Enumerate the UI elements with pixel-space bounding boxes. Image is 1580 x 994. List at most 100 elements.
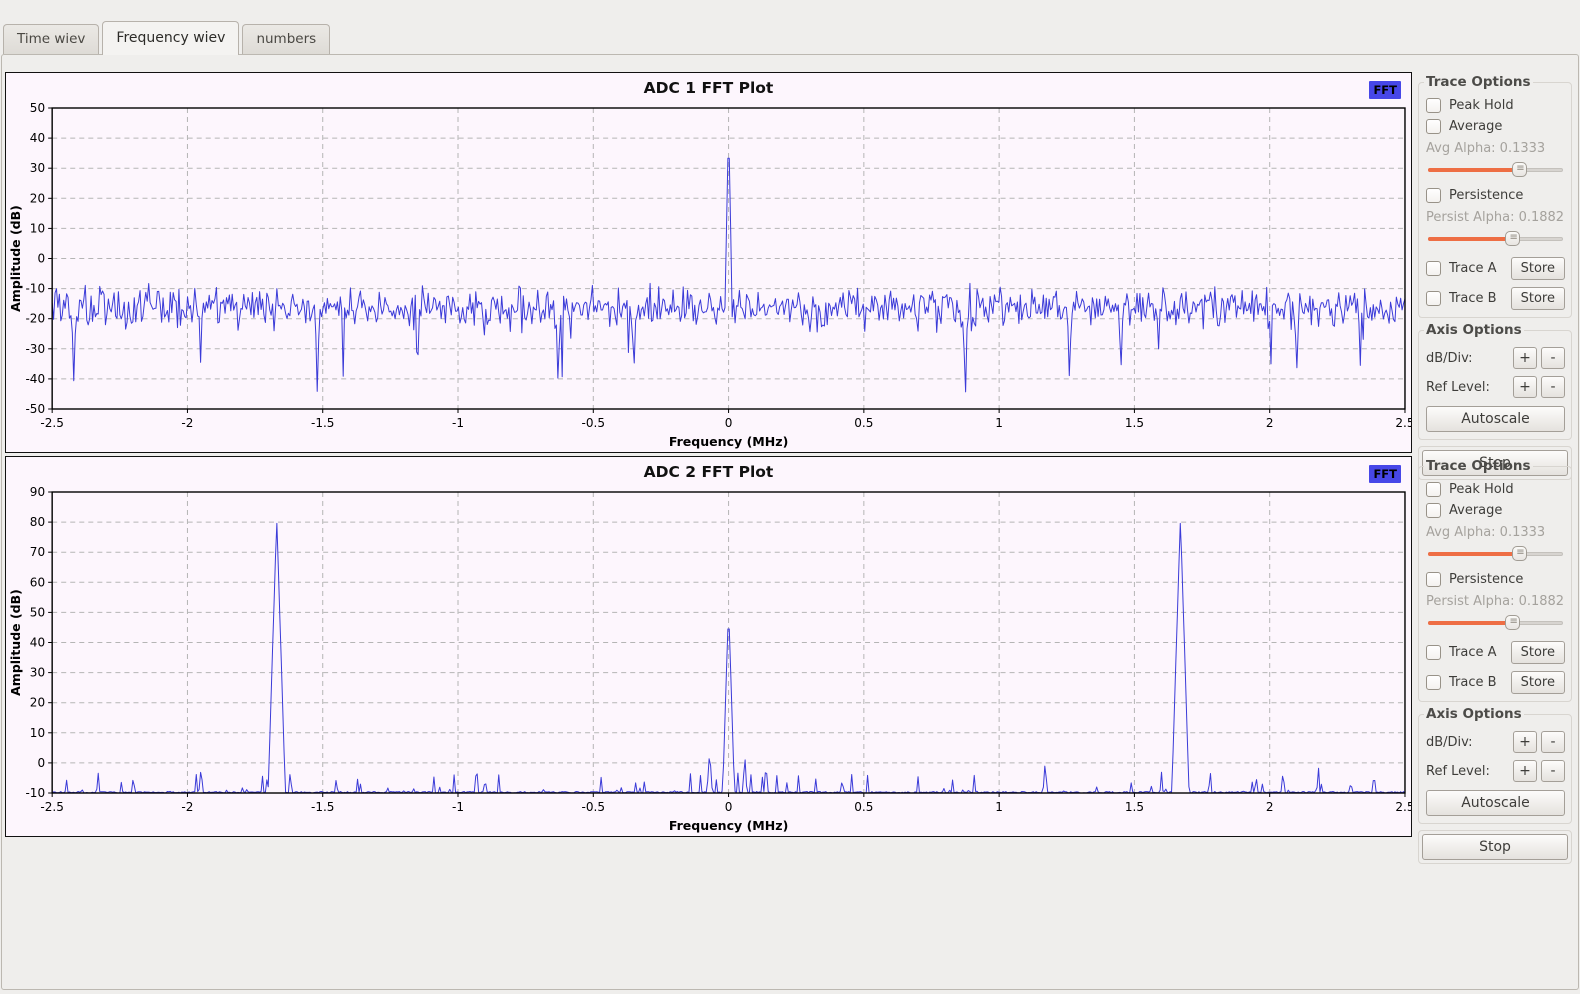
adc2-plot-canvas[interactable]: -2.5-2-1.5-1-0.500.511.522.5-10010203040… [6,487,1411,835]
trace-b-checkbox-2[interactable] [1426,675,1441,690]
adc1-row: ADC 1 FFT Plot FFT -2.5-2-1.5-1-0.500.51… [5,72,1575,453]
trace-a-checkbox[interactable] [1426,261,1441,276]
average-checkbox[interactable] [1426,119,1441,134]
tab-time-view[interactable]: Time wiev [3,24,99,54]
trace-b-label: Trace B [1449,291,1497,306]
svg-text:0: 0 [37,756,45,770]
svg-text:-1: -1 [452,416,464,430]
persistence-label: Persistence [1449,188,1523,203]
trace-b-label: Trace B [1449,675,1497,690]
trace-a-store-button[interactable]: Store [1511,257,1565,280]
trace-b-store-button-2[interactable]: Store [1511,671,1565,694]
ref-level-plus-button[interactable]: + [1513,376,1537,398]
adc1-plot-title: ADC 1 FFT Plot [6,79,1411,103]
adc1-plot-panel: ADC 1 FFT Plot FFT -2.5-2-1.5-1-0.500.51… [5,72,1412,453]
adc1-trace-options-group: Trace Options Peak Hold Average Avg Alph… [1418,74,1572,318]
peak-hold-label: Peak Hold [1449,482,1514,497]
persist-alpha-slider-2[interactable] [1428,614,1563,631]
svg-text:-40: -40 [25,372,45,386]
svg-text:1: 1 [995,800,1003,814]
autoscale-button-2[interactable]: Autoscale [1426,790,1565,816]
persist-alpha-slider-handle-2[interactable] [1505,615,1520,630]
peak-hold-label: Peak Hold [1449,98,1514,113]
db-div-minus-button[interactable]: - [1541,347,1565,369]
adc2-trace-options-group: Trace Options Peak Hold Average Avg Alph… [1418,458,1572,702]
ref-level-plus-button-2[interactable]: + [1513,760,1537,782]
adc2-axis-options-group: Axis Options dB/Div: + - Ref Level: + - … [1418,706,1572,824]
stop-button-2[interactable]: Stop [1422,834,1568,860]
adc1-axis-options-group: Axis Options dB/Div: + - Ref Level: + - … [1418,322,1572,440]
svg-text:90: 90 [30,487,45,499]
svg-text:10: 10 [30,221,45,235]
average-label: Average [1449,503,1502,518]
db-div-label: dB/Div: [1426,735,1509,750]
avg-alpha-slider[interactable] [1428,161,1563,178]
persist-alpha-label: Persist Alpha: 0.1882 [1426,210,1565,225]
avg-alpha-slider-handle-2[interactable] [1512,546,1527,561]
svg-text:50: 50 [30,605,45,619]
db-div-plus-button[interactable]: + [1513,347,1537,369]
db-div-plus-button-2[interactable]: + [1513,731,1537,753]
persistence-label: Persistence [1449,572,1523,587]
persistence-checkbox-2[interactable] [1426,572,1441,587]
svg-text:10: 10 [30,726,45,740]
persist-alpha-slider[interactable] [1428,230,1563,247]
svg-text:2: 2 [1266,416,1274,430]
svg-text:-10: -10 [25,786,45,800]
svg-text:0.5: 0.5 [854,800,873,814]
adc2-stop-frame: Stop [1418,830,1572,864]
trace-a-label: Trace A [1449,645,1497,660]
autoscale-button[interactable]: Autoscale [1426,406,1565,432]
tab-frequency-view[interactable]: Frequency wiev [102,21,239,55]
svg-text:-1: -1 [452,800,464,814]
svg-text:70: 70 [30,545,45,559]
fft-legend-badge: FFT [1369,465,1401,483]
trace-a-store-button-2[interactable]: Store [1511,641,1565,664]
ref-level-minus-button[interactable]: - [1541,376,1565,398]
persist-alpha-slider-handle[interactable] [1505,231,1520,246]
svg-text:0.5: 0.5 [854,416,873,430]
svg-text:-2.5: -2.5 [40,416,63,430]
svg-text:0: 0 [725,416,733,430]
svg-text:2: 2 [1266,800,1274,814]
trace-b-store-button[interactable]: Store [1511,287,1565,310]
average-checkbox-2[interactable] [1426,503,1441,518]
svg-text:0: 0 [37,252,45,266]
avg-alpha-slider-2[interactable] [1428,545,1563,562]
svg-text:60: 60 [30,575,45,589]
ref-level-minus-button-2[interactable]: - [1541,760,1565,782]
svg-text:20: 20 [30,191,45,205]
svg-text:Frequency (MHz): Frequency (MHz) [669,818,788,833]
svg-text:2.5: 2.5 [1395,416,1411,430]
svg-text:-2: -2 [181,416,193,430]
svg-text:Amplitude (dB): Amplitude (dB) [8,589,23,696]
adc2-plot-panel: ADC 2 FFT Plot FFT -2.5-2-1.5-1-0.500.51… [5,456,1412,837]
svg-text:-2.5: -2.5 [40,800,63,814]
svg-text:-30: -30 [25,342,45,356]
axis-options-title: Axis Options [1424,706,1524,722]
trace-options-title: Trace Options [1424,74,1533,90]
db-div-minus-button-2[interactable]: - [1541,731,1565,753]
trace-a-checkbox-2[interactable] [1426,645,1441,660]
persistence-checkbox[interactable] [1426,188,1441,203]
db-div-label: dB/Div: [1426,351,1509,366]
trace-a-label: Trace A [1449,261,1497,276]
peak-hold-checkbox-2[interactable] [1426,482,1441,497]
peak-hold-checkbox[interactable] [1426,98,1441,113]
avg-alpha-slider-handle[interactable] [1512,162,1527,177]
adc1-plot-canvas[interactable]: -2.5-2-1.5-1-0.500.511.522.5-50-40-30-20… [6,103,1411,451]
axis-options-title: Axis Options [1424,322,1524,338]
tab-numbers[interactable]: numbers [242,24,330,54]
svg-text:80: 80 [30,515,45,529]
adc2-plot-title: ADC 2 FFT Plot [6,463,1411,487]
svg-text:-50: -50 [25,402,45,416]
svg-text:50: 50 [30,103,45,115]
svg-text:30: 30 [30,161,45,175]
svg-text:Frequency (MHz): Frequency (MHz) [669,434,788,449]
tab-content-pane: ADC 1 FFT Plot FFT -2.5-2-1.5-1-0.500.51… [1,54,1579,990]
persist-alpha-label: Persist Alpha: 0.1882 [1426,594,1565,609]
trace-b-checkbox[interactable] [1426,291,1441,306]
svg-text:-2: -2 [181,800,193,814]
svg-text:1.5: 1.5 [1125,416,1144,430]
ref-level-label: Ref Level: [1426,764,1509,779]
